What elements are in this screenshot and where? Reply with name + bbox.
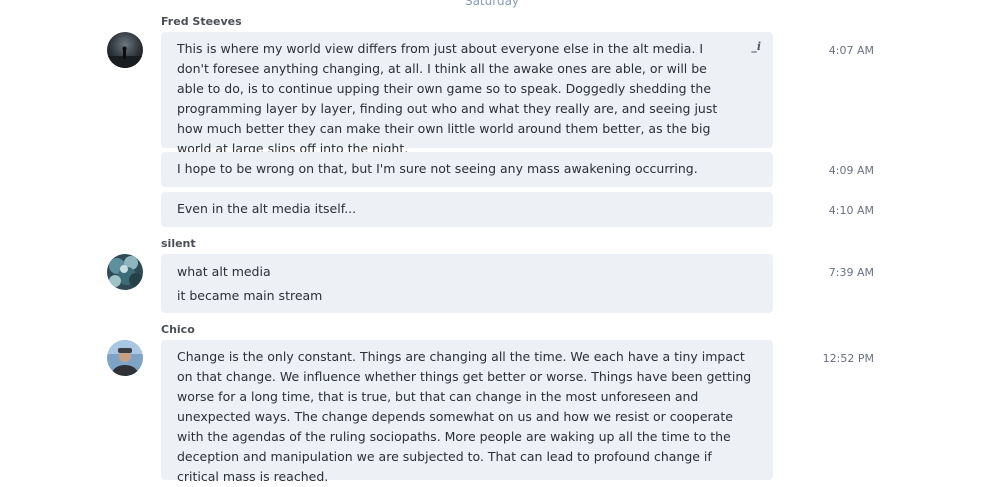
message-timestamp[interactable]: 12:52 PM xyxy=(800,352,874,365)
pencil-icon[interactable]: _i xyxy=(751,40,761,53)
day-divider: Saturday xyxy=(464,0,520,8)
message-timestamp[interactable]: 4:09 AM xyxy=(800,164,874,177)
message-text: Change is the only constant. Things are … xyxy=(177,349,752,484)
avatar[interactable] xyxy=(107,254,143,290)
avatar[interactable] xyxy=(107,340,143,376)
message-timestamp[interactable]: 4:07 AM xyxy=(800,44,874,57)
avatar-image xyxy=(107,254,143,290)
sender-name[interactable]: Chico xyxy=(161,323,195,336)
message-timestamp[interactable]: 7:39 AM xyxy=(800,266,874,279)
message-bubble[interactable]: what alt media it became main stream xyxy=(161,254,773,313)
avatar-image xyxy=(107,32,143,68)
sender-name[interactable]: silent xyxy=(161,237,196,250)
message-text: This is where my world view differs from… xyxy=(177,41,718,156)
message-bubble[interactable]: I hope to be wrong on that, but I'm sure… xyxy=(161,152,773,187)
message-text: Even in the alt media itself... xyxy=(177,201,357,216)
avatar-image xyxy=(107,340,143,376)
message-bubble[interactable]: This is where my world view differs from… xyxy=(161,32,773,156)
message-bubble[interactable]: Even in the alt media itself... xyxy=(161,192,773,227)
message-bubble[interactable]: Change is the only constant. Things are … xyxy=(161,340,773,484)
message-text: I hope to be wrong on that, but I'm sure… xyxy=(177,161,698,176)
message-timestamp[interactable]: 4:10 AM xyxy=(800,204,874,217)
message-text: what alt media xyxy=(177,264,271,279)
message-text: it became main stream xyxy=(177,288,323,303)
sender-name[interactable]: Fred Steeves xyxy=(161,15,242,28)
avatar[interactable] xyxy=(107,32,143,68)
